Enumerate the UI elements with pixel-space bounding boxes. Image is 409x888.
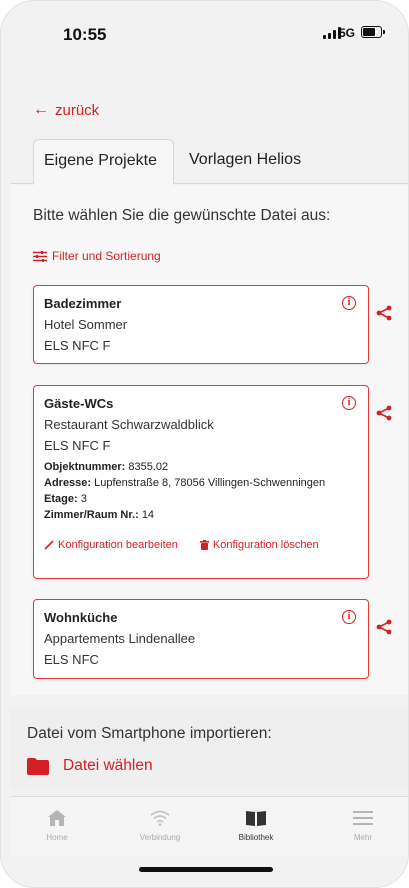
project-card[interactable]: Gäste-WCs Restaurant Schwarzwaldblick EL…: [33, 385, 369, 579]
filter-sort-link[interactable]: Filter und Sortierung: [33, 249, 161, 263]
home-icon: [48, 810, 66, 826]
project-name: Badezimmer: [44, 296, 122, 311]
trash-icon: [199, 540, 209, 550]
book-icon: [246, 811, 266, 826]
wifi-icon: [150, 810, 170, 826]
network-type: 5G: [339, 26, 356, 40]
project-location: Restaurant Schwarzwaldblick: [44, 417, 214, 432]
choose-file-button[interactable]: Datei wählen: [27, 757, 153, 775]
delete-configuration-button[interactable]: Konfiguration löschen: [199, 539, 319, 551]
zimmer-value: 14: [141, 509, 155, 521]
zimmer-label: Zimmer/Raum Nr.:: [44, 509, 139, 521]
info-icon[interactable]: i: [342, 396, 356, 410]
status-bar: 10:55 5G: [1, 1, 408, 65]
project-location: Hotel Sommer: [44, 317, 128, 332]
import-section: Datei vom Smartphone importieren: Datei …: [11, 709, 408, 789]
objektnummer-label: Objektnummer:: [44, 461, 126, 473]
tab-mehr[interactable]: Mehr: [323, 807, 403, 842]
tab-verbindung[interactable]: Verbindung: [120, 807, 200, 842]
menu-icon: [353, 811, 373, 825]
filter-label: Filter und Sortierung: [52, 249, 161, 263]
bottom-tab-bar: Home Verbindung Bibliothek Mehr: [11, 796, 408, 856]
battery-icon: [361, 26, 385, 38]
objektnummer-value: 8355.02: [128, 461, 169, 473]
project-location: Appartements Lindenallee: [44, 631, 196, 646]
tab-home-label: Home: [46, 833, 68, 842]
pencil-icon: [44, 540, 54, 550]
project-name: Gäste-WCs: [44, 396, 114, 411]
project-product: ELS NFC F: [44, 338, 111, 353]
tab-bar: Eigene Projekte Vorlagen Helios: [11, 139, 408, 185]
info-icon[interactable]: i: [342, 296, 356, 310]
project-list-panel: Bitte wählen Sie die gewünschte Datei au…: [11, 185, 408, 695]
tab-bibliothek[interactable]: Bibliothek: [216, 807, 296, 842]
choose-file-label: Datei wählen: [63, 757, 153, 774]
edit-configuration-label: Konfiguration bearbeiten: [58, 539, 178, 551]
project-card[interactable]: Badezimmer Hotel Sommer ELS NFC F i: [33, 285, 369, 364]
project-card[interactable]: Wohnküche Appartements Lindenallee ELS N…: [33, 599, 369, 679]
back-link[interactable]: ← zurück: [33, 101, 99, 119]
etage-value: 3: [80, 493, 87, 505]
share-icon[interactable]: [376, 619, 392, 635]
share-icon[interactable]: [376, 405, 392, 421]
tab-mehr-label: Mehr: [353, 833, 373, 842]
adresse-value: Lupfenstraße 8, 78056 Villingen-Schwenni…: [94, 477, 326, 489]
tab-eigene-projekte[interactable]: Eigene Projekte: [33, 139, 174, 185]
project-product: ELS NFC F: [44, 438, 111, 453]
arrow-left-icon: ←: [33, 101, 49, 118]
home-indicator: [139, 867, 273, 872]
project-details: Objektnummer: 8355.02 Adresse: Lupfenstr…: [44, 459, 358, 523]
delete-configuration-label: Konfiguration löschen: [212, 539, 319, 551]
project-name: Wohnküche: [44, 610, 118, 625]
adresse-label: Adresse:: [44, 477, 92, 489]
info-icon[interactable]: i: [342, 610, 356, 624]
tab-vorlagen-helios[interactable]: Vorlagen Helios: [179, 139, 311, 185]
edit-configuration-button[interactable]: Konfiguration bearbeiten: [44, 539, 178, 551]
etage-label: Etage:: [44, 493, 78, 505]
import-label: Datei vom Smartphone importieren:: [27, 725, 272, 742]
tab-bibliothek-label: Bibliothek: [238, 833, 274, 842]
phone-screen: 10:55 5G ← zurück Eigene Projekte Vorlag…: [0, 0, 409, 888]
back-label: zurück: [55, 101, 100, 119]
project-product: ELS NFC: [44, 652, 99, 667]
tab-home[interactable]: Home: [17, 807, 97, 842]
card-actions: Konfiguration bearbeiten Konfiguration l…: [44, 539, 358, 551]
share-icon[interactable]: [376, 305, 392, 321]
select-file-prompt: Bitte wählen Sie die gewünschte Datei au…: [33, 207, 331, 224]
tab-verbindung-label: Verbindung: [139, 833, 181, 842]
filter-icon: [33, 250, 47, 262]
status-time: 10:55: [63, 25, 107, 44]
folder-icon: [27, 757, 49, 775]
